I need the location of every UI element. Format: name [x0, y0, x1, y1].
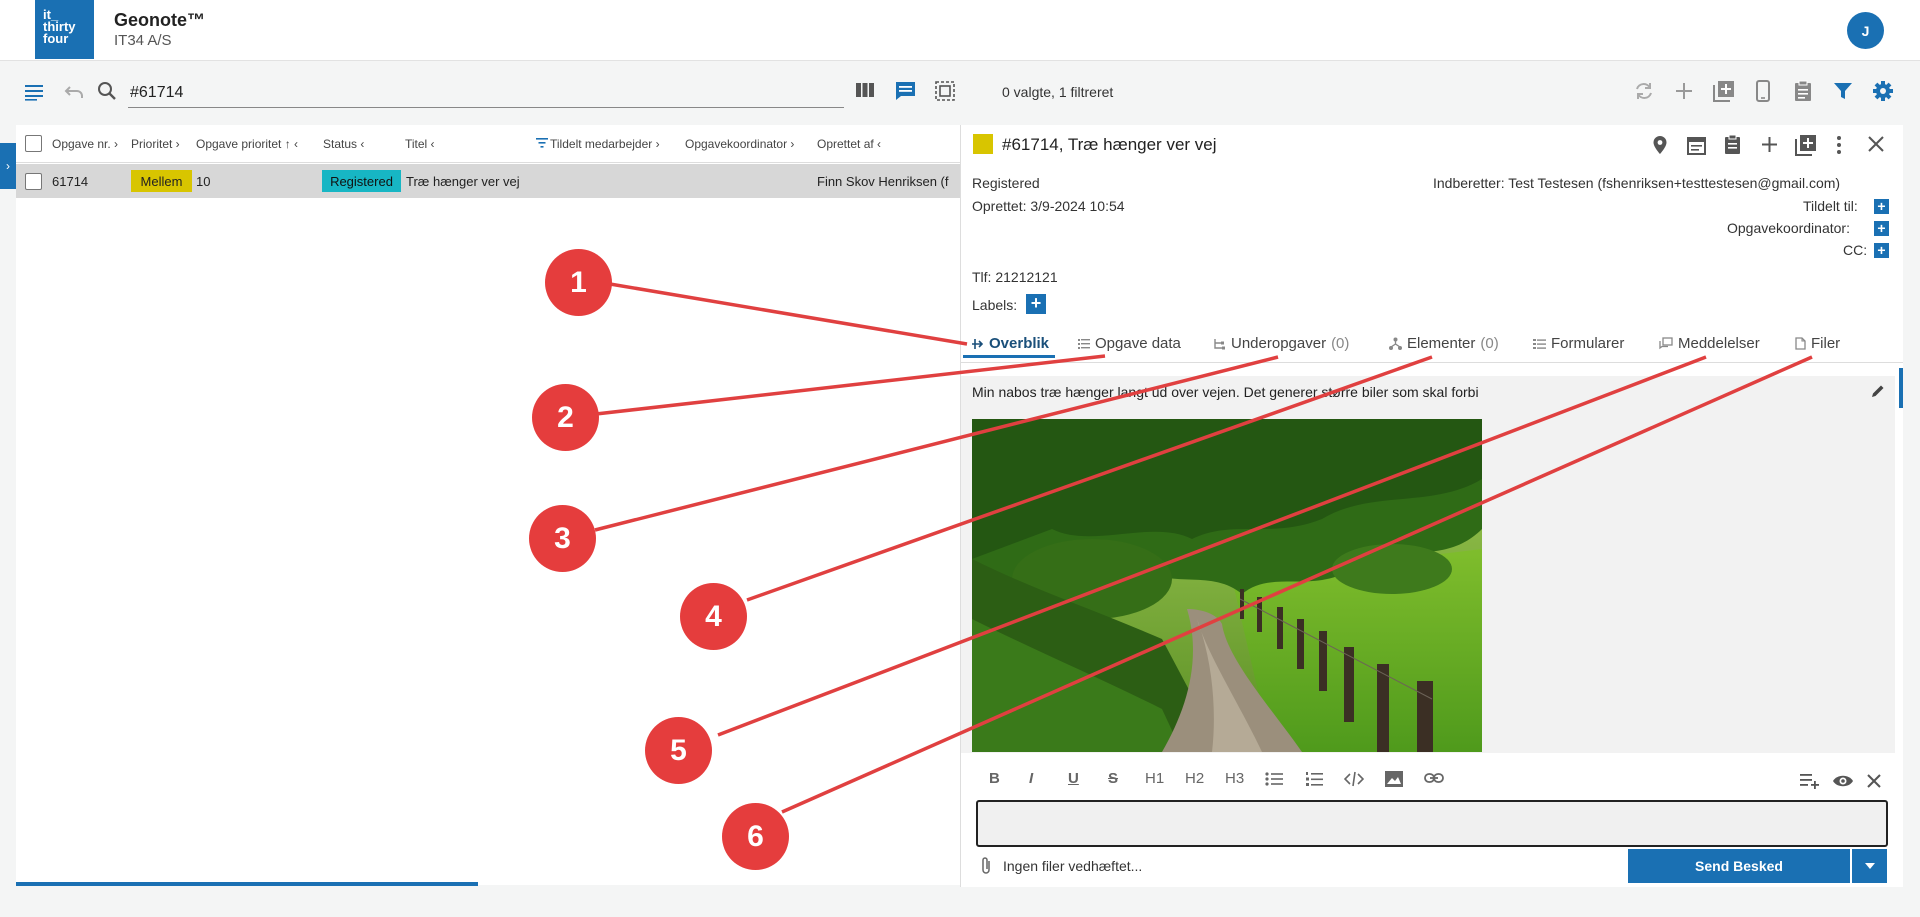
callout-3: 3 [529, 505, 596, 572]
callout-2: 2 [532, 384, 599, 451]
callout-lines [594, 282, 1813, 814]
callout-1: 1 [545, 249, 612, 316]
callout-4: 4 [680, 583, 747, 650]
callout-6: 6 [722, 803, 789, 870]
callout-5: 5 [645, 717, 712, 784]
